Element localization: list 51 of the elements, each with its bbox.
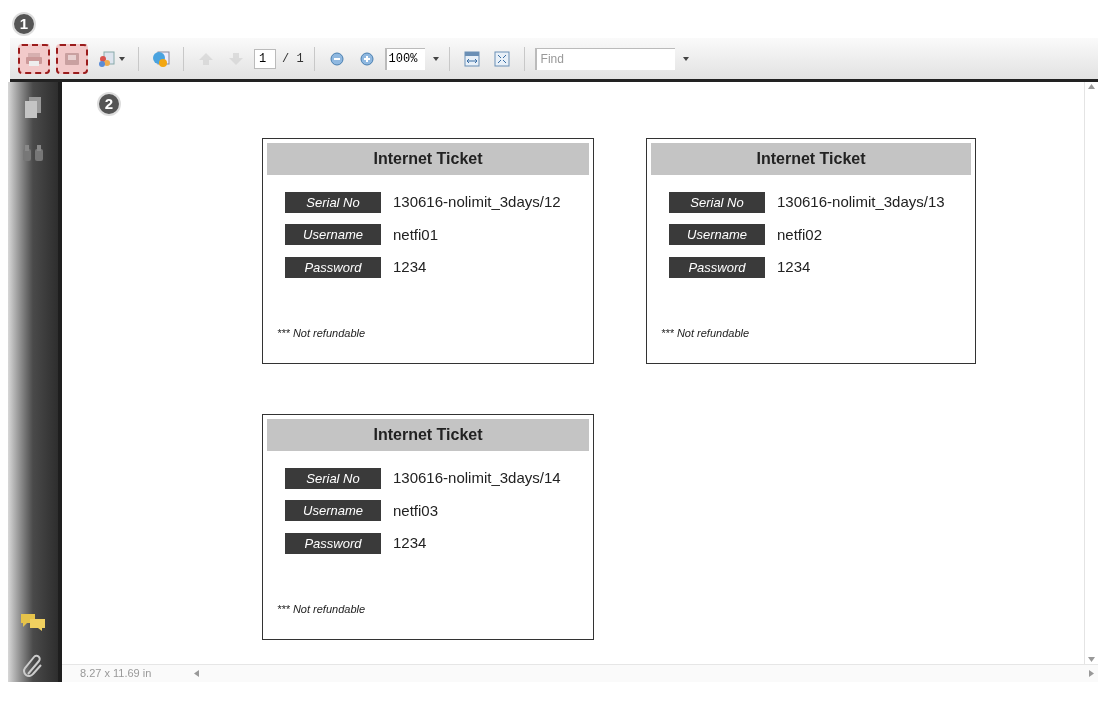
field-label: Serial No [285, 191, 381, 213]
comments-icon[interactable] [20, 612, 46, 632]
caret-icon[interactable] [682, 56, 689, 61]
page-count: / 1 [282, 50, 304, 68]
scroll-up-icon[interactable] [1088, 84, 1095, 89]
ticket-note: *** Not refundable [277, 601, 366, 617]
field-value: 1234 [393, 257, 427, 277]
field-value: 1234 [777, 257, 811, 277]
field-label: Username [285, 224, 381, 246]
callout-badge: 1 [12, 12, 36, 36]
field-value: netfi01 [393, 224, 439, 245]
fit-page-icon [492, 49, 511, 68]
scroll-down-icon[interactable] [1088, 657, 1095, 662]
field-label: Username [285, 500, 381, 522]
field-label: Password [669, 256, 765, 278]
binoculars-icon[interactable] [22, 144, 44, 162]
zoom-in-icon [357, 49, 376, 68]
ticket-title: Internet Ticket [267, 419, 589, 451]
field-value: 1234 [393, 533, 427, 553]
field-label: Serial No [669, 191, 765, 213]
field-label: Password [285, 532, 381, 554]
paperclip-icon[interactable] [22, 654, 44, 678]
zoom-out-icon [327, 49, 346, 68]
ticket-note: *** Not refundable [277, 325, 366, 341]
globe-icon [152, 49, 170, 68]
zoom-field[interactable]: 100% [384, 47, 425, 70]
field-value: netfi02 [777, 224, 823, 245]
ticket-title: Internet Ticket [651, 143, 971, 175]
field-value: netfi03 [393, 500, 439, 521]
field-value: 130616-nolimit_3days/13 [777, 192, 945, 212]
toolbar-button[interactable] [56, 43, 88, 74]
ticket-note: *** Not refundable [661, 325, 750, 341]
fit-width-icon [462, 49, 481, 68]
scroll-right-icon[interactable] [1089, 670, 1094, 677]
page-number-field[interactable]: 1 [254, 48, 276, 69]
caret-icon[interactable] [432, 56, 439, 61]
field-value: 130616-nolimit_3days/14 [393, 468, 561, 488]
field-label: Username [669, 224, 765, 246]
page-size-label: 8.27 x 11.69 in [80, 666, 153, 682]
callout-badge: 2 [97, 92, 121, 116]
field-label: Serial No [285, 467, 381, 489]
caret-icon[interactable] [119, 56, 125, 61]
field-label: Password [285, 256, 381, 278]
field-value: 130616-nolimit_3days/12 [393, 192, 561, 212]
ticket-title: Internet Ticket [267, 143, 589, 175]
pages-icon[interactable] [23, 96, 43, 120]
find-field[interactable]: Find [534, 47, 675, 70]
toolbar-button[interactable] [18, 43, 50, 74]
vertical-scrollbar[interactable] [1084, 82, 1098, 664]
scroll-left-icon[interactable] [194, 670, 199, 677]
people-icon [97, 49, 115, 68]
